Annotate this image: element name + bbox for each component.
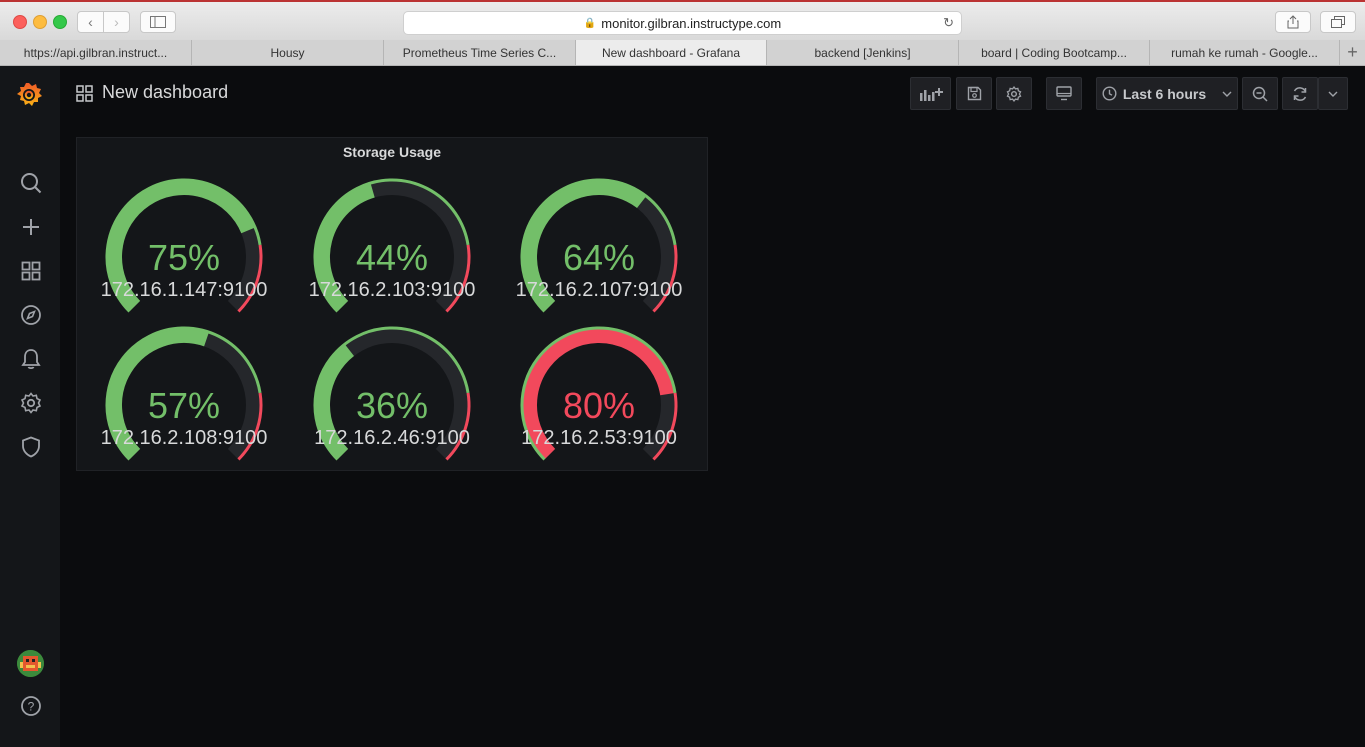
refresh-icon — [1293, 86, 1307, 101]
gauge-label: 172.16.2.107:9100 — [515, 279, 683, 301]
shield-icon[interactable] — [18, 434, 44, 460]
gauge-label: 172.16.2.46:9100 — [314, 427, 470, 449]
time-picker-button[interactable]: Last 6 hours — [1096, 77, 1238, 110]
back-button[interactable]: ‹ — [77, 11, 104, 33]
panel-title[interactable]: Storage Usage — [77, 144, 707, 160]
gauge-label: 172.16.2.108:9100 — [100, 427, 268, 449]
browser-tab[interactable]: board | Coding Bootcamp... — [959, 40, 1150, 65]
close-window-button[interactable] — [13, 15, 27, 29]
tabs-icon — [1331, 16, 1345, 28]
gauge-value: 80% — [562, 385, 636, 426]
gauge-label: 172.16.2.103:9100 — [308, 279, 476, 301]
explore-icon[interactable] — [18, 302, 44, 328]
gauge: 64% 172.16.2.107:9100 — [494, 173, 704, 321]
chevron-down-icon — [1222, 91, 1232, 97]
configuration-icon[interactable] — [18, 390, 44, 416]
gauge-value: 57% — [147, 385, 221, 426]
gauge-value: 36% — [355, 385, 429, 426]
zoom-out-icon — [1252, 86, 1268, 102]
save-dashboard-button[interactable] — [956, 77, 992, 110]
share-button[interactable] — [1275, 11, 1311, 33]
user-avatar[interactable] — [17, 650, 44, 677]
storage-usage-panel[interactable]: Storage Usage 75% 172.16.1.147:9100 44% 172… — [76, 137, 708, 471]
gauge: 44% 172.16.2.103:9100 — [287, 173, 497, 321]
browser-tab-active[interactable]: New dashboard - Grafana — [576, 40, 767, 65]
gauge: 57% 172.16.2.108:9100 — [79, 321, 289, 469]
lock-icon: 🔒 — [583, 17, 597, 29]
browser-titlebar: ‹ › 🔒 monitor.gilbran.instructype.com ↻ — [0, 0, 1365, 40]
tab-bar: https://api.gilbran.instruct... Housy Pr… — [0, 40, 1365, 66]
add-panel-button[interactable] — [910, 77, 951, 110]
help-icon[interactable]: ? — [18, 693, 44, 719]
plus-icon[interactable] — [18, 214, 44, 240]
gauge-label: 172.16.1.147:9100 — [100, 279, 268, 301]
dashboard-grid-icon — [76, 85, 93, 102]
alerting-icon[interactable] — [18, 346, 44, 372]
minimize-window-button[interactable] — [33, 15, 47, 29]
chevron-right-icon: › — [114, 14, 119, 30]
browser-tab[interactable]: rumah ke rumah - Google... — [1150, 40, 1340, 65]
grafana-logo-icon[interactable] — [14, 80, 44, 110]
zoom-window-button[interactable] — [53, 15, 67, 29]
forward-button[interactable]: › — [103, 11, 130, 33]
grafana-sidemenu: ? — [0, 66, 60, 747]
reload-icon[interactable]: ↻ — [943, 15, 954, 31]
monitor-icon — [1056, 86, 1072, 101]
gauge-value: 75% — [147, 237, 221, 278]
gauge-label: 172.16.2.53:9100 — [521, 427, 677, 449]
url-text: monitor.gilbran.instructype.com — [601, 15, 782, 31]
dashboards-icon[interactable] — [18, 258, 44, 284]
browser-tab[interactable]: https://api.gilbran.instruct... — [0, 40, 192, 65]
dashboard-settings-button[interactable] — [996, 77, 1032, 110]
browser-tab[interactable]: Prometheus Time Series C... — [384, 40, 576, 65]
chevron-down-icon — [1328, 91, 1338, 97]
chevron-left-icon: ‹ — [88, 14, 93, 30]
gauge: 36% 172.16.2.46:9100 — [287, 321, 497, 469]
gauge: 80% 172.16.2.53:9100 — [494, 321, 704, 469]
tabs-overview-button[interactable] — [1320, 11, 1356, 33]
gear-icon — [1006, 85, 1022, 102]
browser-tab[interactable]: Housy — [192, 40, 384, 65]
gauge: 75% 172.16.1.147:9100 — [79, 173, 289, 321]
share-icon — [1287, 15, 1299, 29]
time-range-label: Last 6 hours — [1122, 85, 1207, 102]
address-bar[interactable]: 🔒 monitor.gilbran.instructype.com ↻ — [403, 11, 962, 35]
zoom-out-button[interactable] — [1242, 77, 1278, 110]
gauge-value: 44% — [355, 237, 429, 278]
sidebar-toggle-button[interactable] — [140, 11, 176, 33]
clock-icon — [1102, 86, 1117, 101]
add-panel-icon — [919, 87, 943, 101]
save-icon — [967, 86, 981, 101]
refresh-interval-dropdown[interactable] — [1318, 77, 1348, 110]
sidebar-icon — [150, 16, 166, 28]
refresh-button[interactable] — [1282, 77, 1318, 110]
svg-text:?: ? — [28, 700, 35, 714]
search-icon[interactable] — [18, 170, 44, 196]
dashboard-title[interactable]: New dashboard — [102, 82, 228, 103]
browser-tab[interactable]: backend [Jenkins] — [767, 40, 959, 65]
gauge-value: 64% — [562, 237, 636, 278]
cycle-view-mode-button[interactable] — [1046, 77, 1082, 110]
new-tab-button[interactable]: + — [1340, 40, 1365, 65]
